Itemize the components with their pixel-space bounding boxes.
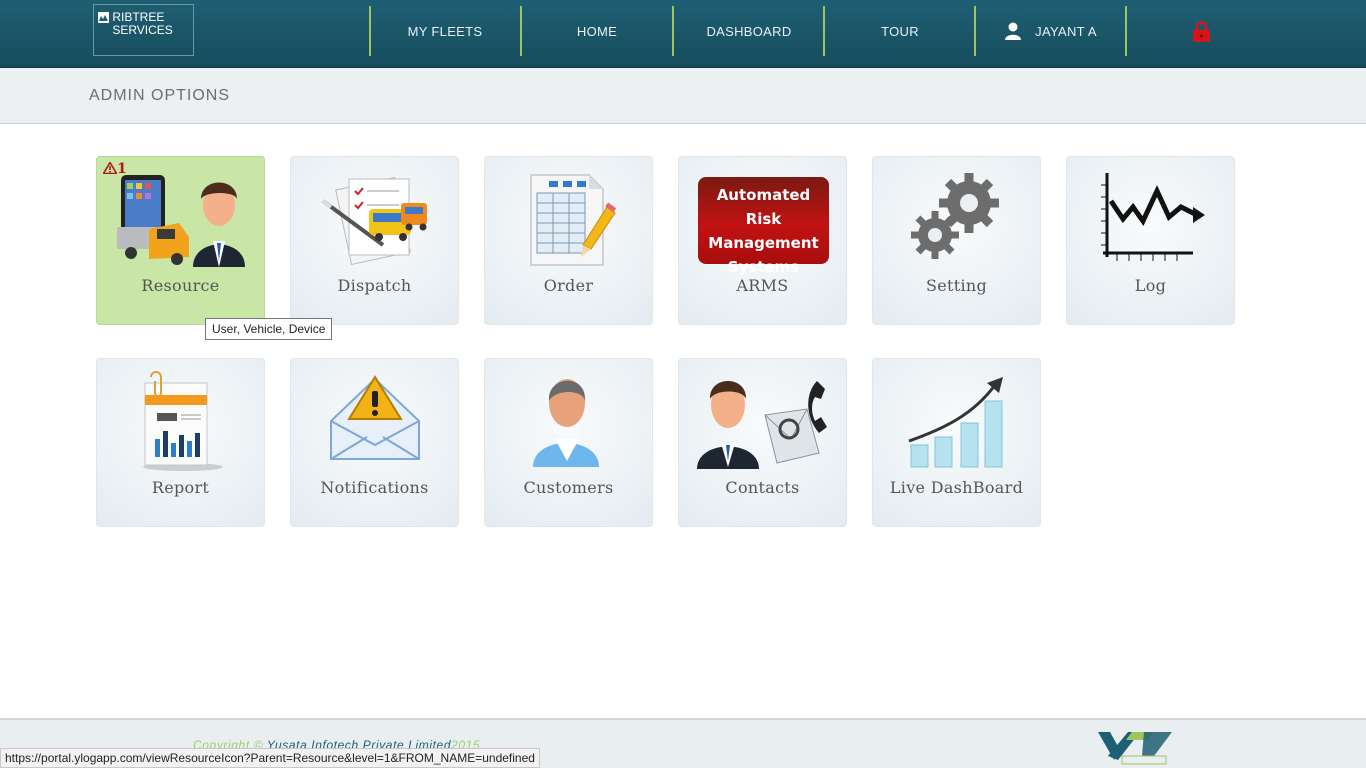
envelope-warning-icon [330, 375, 420, 460]
growth-chart-icon [908, 377, 1003, 468]
tile-log[interactable]: Log [1066, 156, 1235, 325]
nav-dashboard[interactable]: DASHBOARD [674, 6, 824, 56]
arms-banner: Automated Risk Management Systems [698, 177, 829, 276]
tile-customers[interactable]: Customers [484, 358, 653, 527]
user-name: JAYANT A [1035, 23, 1097, 39]
tile-setting[interactable]: Setting [872, 156, 1041, 325]
brand-logo[interactable]: RIBTREE SERVICES [93, 4, 194, 56]
user-icon [1005, 22, 1022, 40]
contacts-icon [697, 381, 827, 469]
badge-count: 1 [117, 161, 127, 177]
arms-banner-line: Management [708, 234, 819, 252]
tile-label: Customers [523, 478, 614, 497]
nav-tour[interactable]: TOUR [825, 6, 975, 56]
tile-report[interactable]: Report [96, 358, 265, 527]
tile-label: Contacts [725, 478, 800, 497]
nav-home[interactable]: HOME [522, 6, 672, 56]
tile-order[interactable]: Order [484, 156, 653, 325]
nav-my-fleets[interactable]: MY FLEETS [370, 6, 520, 56]
gears-icon [911, 173, 999, 259]
report-icon [143, 371, 223, 471]
page-title: ADMIN OPTIONS [89, 87, 231, 104]
tile-dispatch[interactable]: Dispatch [290, 156, 459, 325]
tile-contacts[interactable]: Contacts [678, 358, 847, 527]
tile-label: Report [151, 478, 210, 497]
tile-label: Dispatch [337, 276, 412, 295]
nav-user-menu[interactable]: JAYANT A [976, 6, 1126, 56]
tile-label: ARMS [736, 276, 789, 295]
warning-triangle-icon [102, 160, 118, 175]
company-logo-icon [98, 12, 109, 23]
tile-notifications[interactable]: Notifications [290, 358, 459, 527]
arms-icon: Automated Risk Management Systems [679, 157, 848, 276]
ylog-logo-icon [1098, 732, 1172, 765]
arms-banner-line: Automated Risk [716, 186, 811, 228]
tile-label: Resource [141, 276, 220, 295]
order-icon [530, 174, 617, 266]
tile-arms[interactable]: Automated Risk Management Systems ARMS [678, 156, 847, 325]
browser-status-url: https://portal.ylogapp.com/viewResourceI… [0, 748, 540, 768]
tile-live-dashboard[interactable]: Live DashBoard [872, 358, 1041, 527]
warning-badge: 1 [102, 160, 127, 177]
log-chart-icon [1101, 173, 1205, 261]
customer-icon [533, 379, 599, 467]
tooltip: User, Vehicle, Device [205, 318, 333, 340]
tile-resource[interactable]: 1 Resource [96, 156, 265, 325]
title-band: ADMIN OPTIONS [0, 68, 1366, 124]
tile-label: Log [1134, 276, 1167, 295]
lock-icon[interactable] [1192, 21, 1211, 42]
tile-label: Live DashBoard [889, 478, 1024, 497]
dispatch-icon [321, 177, 427, 265]
tile-label: Order [543, 276, 594, 295]
tile-label: Notifications [320, 478, 429, 497]
brand-name: RIBTREE SERVICES [112, 10, 173, 37]
tile-label: Setting [925, 276, 988, 295]
nav-separator [1125, 6, 1127, 56]
top-navigation-bar: RIBTREE SERVICES MY FLEETS HOME DASHBOAR… [0, 0, 1366, 68]
